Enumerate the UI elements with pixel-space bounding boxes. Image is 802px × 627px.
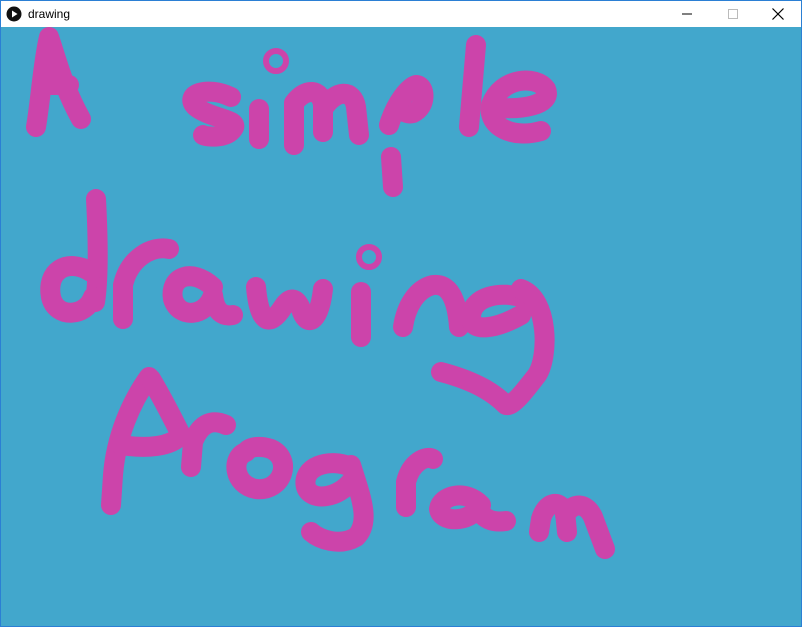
maximize-icon (728, 9, 738, 19)
drawing-canvas[interactable] (1, 27, 801, 626)
close-button[interactable] (755, 1, 801, 27)
close-icon (772, 8, 784, 20)
window-title: drawing (28, 7, 71, 21)
app-window: drawing (0, 0, 802, 627)
title-bar[interactable]: drawing (1, 1, 801, 27)
maximize-button[interactable] (710, 1, 756, 27)
minimize-button[interactable] (664, 1, 710, 27)
play-icon (6, 6, 22, 22)
minimize-icon (682, 9, 692, 19)
